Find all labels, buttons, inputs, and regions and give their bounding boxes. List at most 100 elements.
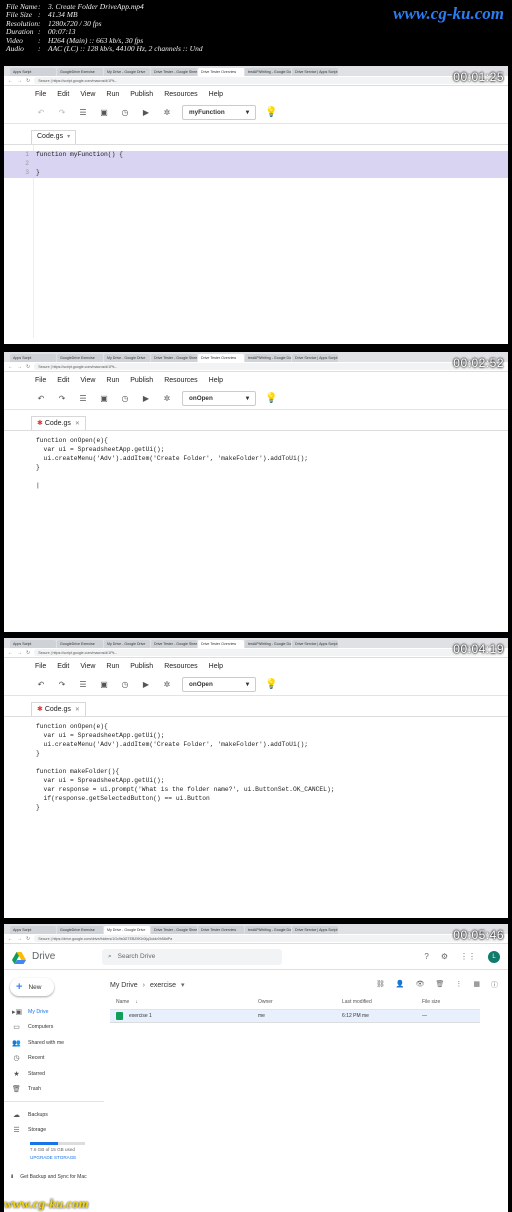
back-icon[interactable]: ← bbox=[8, 650, 13, 656]
file-tab[interactable]: ✱ Code.gs ✕ bbox=[31, 702, 86, 716]
code-editor[interactable]: ✱ Code.gs ✕ function onOpen(e){ var ui = … bbox=[4, 410, 508, 632]
menu-run[interactable]: Run bbox=[106, 91, 119, 98]
menu-edit[interactable]: Edit bbox=[57, 91, 69, 98]
run-icon[interactable]: ▶ bbox=[140, 108, 152, 117]
browser-tab[interactable]: Drive Tester - Google Sheets bbox=[151, 926, 197, 934]
triggers-icon[interactable]: ◷ bbox=[119, 108, 131, 117]
browser-tab[interactable]: Drive Tester Overview bbox=[198, 354, 244, 362]
code-editor[interactable]: Code.gs ▾ 1 function myFunction() { 2 3} bbox=[4, 124, 508, 338]
browser-tab[interactable]: Drive Tester Overview bbox=[198, 640, 244, 648]
menu-file[interactable]: File bbox=[35, 91, 46, 98]
breadcrumb-folder[interactable]: exercise bbox=[150, 982, 176, 989]
undo-icon[interactable]: ↶ bbox=[35, 680, 47, 689]
run-icon[interactable]: ▶ bbox=[140, 680, 152, 689]
url-field[interactable]: Secure | https://script.google.com/macro… bbox=[34, 363, 504, 370]
redo-icon[interactable]: ↷ bbox=[56, 394, 68, 403]
triggers-icon[interactable]: ◷ bbox=[119, 680, 131, 689]
breadcrumb-my-drive[interactable]: My Drive bbox=[110, 982, 138, 989]
debug-icon[interactable]: ✲ bbox=[161, 394, 173, 403]
browser-tab[interactable]: My Drive - Google Drive bbox=[104, 926, 150, 934]
help-icon[interactable]: ? bbox=[424, 952, 428, 961]
sidebar-item-computers[interactable]: ▭ Computers bbox=[4, 1020, 104, 1036]
browser-tab[interactable]: Drive Tester Overview bbox=[198, 68, 244, 76]
indent-icon[interactable]: ☰ bbox=[77, 108, 89, 117]
file-tab[interactable]: ✱ Code.gs ✕ bbox=[31, 416, 86, 430]
code-area[interactable]: 1 function myFunction() { 2 3} bbox=[4, 144, 508, 338]
browser-tab[interactable]: Drive Tester - Google Sheets bbox=[151, 640, 197, 648]
sidebar-item-shared[interactable]: 👥 Shared with me bbox=[4, 1035, 104, 1051]
reload-icon[interactable]: ↻ bbox=[26, 364, 30, 370]
browser-tab[interactable]: testAPIWriting - Google Docs bbox=[245, 354, 291, 362]
run-icon[interactable]: ▶ bbox=[140, 394, 152, 403]
backup-sync-promo[interactable]: ⬇ Get Backup and Sync for Mac bbox=[10, 1174, 104, 1180]
info-icon[interactable]: ⓘ bbox=[491, 980, 498, 990]
menu-run[interactable]: Run bbox=[106, 377, 119, 384]
browser-tab[interactable]: testAPIWriting - Google Docs bbox=[245, 640, 291, 648]
menu-publish[interactable]: Publish bbox=[130, 377, 153, 384]
browser-tab[interactable]: GoogleDrive Exercise bbox=[57, 68, 103, 76]
sidebar-item-my-drive[interactable]: ▸▣ My Drive bbox=[4, 1004, 104, 1020]
browser-tab[interactable]: Apps Script bbox=[10, 354, 56, 362]
column-last-modified[interactable]: Last modified bbox=[342, 999, 422, 1005]
browser-tab[interactable]: Apps Script bbox=[10, 68, 56, 76]
browser-tab[interactable]: Apps Script bbox=[10, 926, 56, 934]
menu-view[interactable]: View bbox=[80, 663, 95, 670]
sidebar-item-trash[interactable]: 🗑 Trash bbox=[4, 1082, 104, 1098]
sidebar-item-backups[interactable]: ☁ Backups bbox=[4, 1107, 104, 1123]
browser-tab[interactable]: Drive Service | Apps Script bbox=[292, 926, 338, 934]
new-button[interactable]: + New bbox=[10, 978, 54, 996]
function-select[interactable]: onOpen ▾ bbox=[182, 391, 256, 406]
redo-icon[interactable]: ↷ bbox=[56, 108, 68, 117]
url-field[interactable]: Secure | https://script.google.com/macro… bbox=[34, 77, 504, 84]
sidebar-item-starred[interactable]: ★ Starred bbox=[4, 1066, 104, 1082]
lightbulb-icon[interactable]: 💡 bbox=[265, 393, 277, 404]
menu-publish[interactable]: Publish bbox=[130, 663, 153, 670]
link-icon[interactable]: ⛓ bbox=[376, 980, 385, 990]
menu-publish[interactable]: Publish bbox=[130, 91, 153, 98]
menu-file[interactable]: File bbox=[35, 377, 46, 384]
file-tab[interactable]: Code.gs ▾ bbox=[31, 130, 77, 144]
forward-icon[interactable]: → bbox=[17, 78, 22, 84]
browser-tab[interactable]: Drive Tester Overview bbox=[198, 926, 244, 934]
menu-resources[interactable]: Resources bbox=[164, 663, 197, 670]
code-area[interactable]: function onOpen(e){ var ui = Spreadsheet… bbox=[4, 716, 508, 918]
reload-icon[interactable]: ↻ bbox=[26, 78, 30, 84]
upgrade-storage-link[interactable]: UPGRADE STORAGE bbox=[30, 1155, 104, 1160]
back-icon[interactable]: ← bbox=[8, 364, 13, 370]
url-field[interactable]: Secure | https://drive.google.com/drive/… bbox=[34, 935, 504, 942]
reload-icon[interactable]: ↻ bbox=[26, 650, 30, 656]
table-row[interactable]: exercise 1 me 6:12 PM me — bbox=[110, 1010, 480, 1023]
forward-icon[interactable]: → bbox=[17, 364, 22, 370]
browser-tab[interactable]: My Drive - Google Drive bbox=[104, 640, 150, 648]
menu-view[interactable]: View bbox=[80, 91, 95, 98]
menu-edit[interactable]: Edit bbox=[57, 663, 69, 670]
browser-tab[interactable]: testAPIWriting - Google Docs bbox=[245, 926, 291, 934]
search-input[interactable]: ⌕ Search Drive bbox=[102, 948, 282, 965]
column-file-size[interactable]: File size bbox=[422, 999, 480, 1005]
save-icon[interactable]: ▣ bbox=[98, 108, 110, 117]
more-icon[interactable]: ⋮ bbox=[455, 980, 462, 990]
menu-help[interactable]: Help bbox=[209, 663, 223, 670]
browser-tab[interactable]: testAPIWriting - Google Docs bbox=[245, 68, 291, 76]
undo-icon[interactable]: ↶ bbox=[35, 394, 47, 403]
grid-view-icon[interactable]: ▦ bbox=[473, 980, 480, 990]
browser-tab[interactable]: Drive Tester - Google Sheets bbox=[151, 354, 197, 362]
back-icon[interactable]: ← bbox=[8, 78, 13, 84]
column-owner[interactable]: Owner bbox=[258, 999, 342, 1005]
reload-icon[interactable]: ↻ bbox=[26, 936, 30, 942]
forward-icon[interactable]: → bbox=[17, 936, 22, 942]
menu-edit[interactable]: Edit bbox=[57, 377, 69, 384]
column-name[interactable]: Name ↓ bbox=[110, 999, 258, 1005]
debug-icon[interactable]: ✲ bbox=[161, 108, 173, 117]
sidebar-item-recent[interactable]: ◷ Recent bbox=[4, 1051, 104, 1067]
url-field[interactable]: Secure | https://script.google.com/macro… bbox=[34, 649, 504, 656]
browser-tab[interactable]: GoogleDrive Exercise bbox=[57, 926, 103, 934]
gear-icon[interactable]: ⚙ bbox=[441, 952, 448, 961]
indent-icon[interactable]: ☰ bbox=[77, 680, 89, 689]
menu-help[interactable]: Help bbox=[209, 377, 223, 384]
browser-tab[interactable]: Apps Script bbox=[10, 640, 56, 648]
code-editor[interactable]: ✱ Code.gs ✕ function onOpen(e){ var ui = … bbox=[4, 696, 508, 918]
back-icon[interactable]: ← bbox=[8, 936, 13, 942]
lightbulb-icon[interactable]: 💡 bbox=[265, 679, 277, 690]
function-select[interactable]: onOpen ▾ bbox=[182, 677, 256, 692]
